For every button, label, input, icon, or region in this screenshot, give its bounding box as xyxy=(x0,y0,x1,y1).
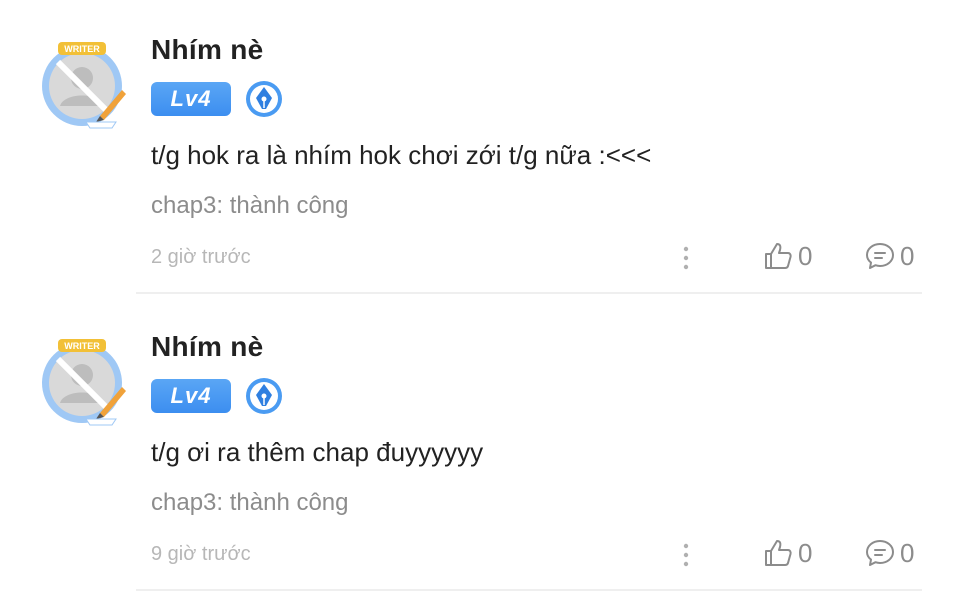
like-count: 0 xyxy=(798,240,813,271)
like-button[interactable]: 0 xyxy=(762,240,812,272)
username[interactable]: Nhím nè xyxy=(151,331,264,363)
divider xyxy=(136,292,922,294)
avatar-writer-frame-icon: WRITER xyxy=(42,42,126,129)
comment-text: t/g ơi ra thêm chap đuyyyyyy xyxy=(151,437,484,467)
level-badge: Lv4 xyxy=(151,379,231,413)
speech-bubble-icon xyxy=(866,540,894,566)
thumbs-up-icon xyxy=(765,243,792,269)
svg-text:WRITER: WRITER xyxy=(64,341,100,351)
reply-count: 0 xyxy=(900,537,915,568)
comment-item: WRITER Nhím nè Lv4 t/g ơi ra thêm chap đ… xyxy=(0,297,962,593)
avatar-writer-frame-icon: WRITER xyxy=(42,339,126,426)
speech-bubble-icon xyxy=(866,243,894,269)
comment-text: t/g hok ra là nhím hok chơi zới t/g nữa … xyxy=(151,140,652,170)
timestamp: 9 giờ trước xyxy=(151,543,251,565)
writer-badge xyxy=(245,80,283,118)
badges: Lv4 xyxy=(151,80,283,118)
reply-button[interactable]: 0 xyxy=(864,240,914,272)
svg-text:WRITER: WRITER xyxy=(64,44,100,54)
timestamp: 2 giờ trước xyxy=(151,246,251,268)
more-options-button[interactable] xyxy=(676,539,696,571)
like-button[interactable]: 0 xyxy=(762,537,812,569)
like-count: 0 xyxy=(798,537,813,568)
level-badge: Lv4 xyxy=(151,82,231,116)
vertical-dots-icon xyxy=(683,246,689,270)
fountain-pen-icon xyxy=(246,81,282,117)
comment-item: WRITER Nhím nè Lv4 t/g hok ra là nhím ho… xyxy=(0,0,962,296)
chapter-link[interactable]: chap3: thành công xyxy=(151,489,349,517)
username[interactable]: Nhím nè xyxy=(151,34,264,66)
reply-count: 0 xyxy=(900,240,915,271)
more-options-button[interactable] xyxy=(676,242,696,274)
chapter-link[interactable]: chap3: thành công xyxy=(151,192,349,220)
thumbs-up-icon xyxy=(765,540,792,566)
divider xyxy=(136,589,922,591)
vertical-dots-icon xyxy=(683,543,689,567)
avatar[interactable]: WRITER xyxy=(36,335,128,427)
reply-button[interactable]: 0 xyxy=(864,537,914,569)
avatar[interactable]: WRITER xyxy=(36,38,128,130)
fountain-pen-icon xyxy=(246,378,282,414)
badges: Lv4 xyxy=(151,377,283,415)
writer-badge xyxy=(245,377,283,415)
